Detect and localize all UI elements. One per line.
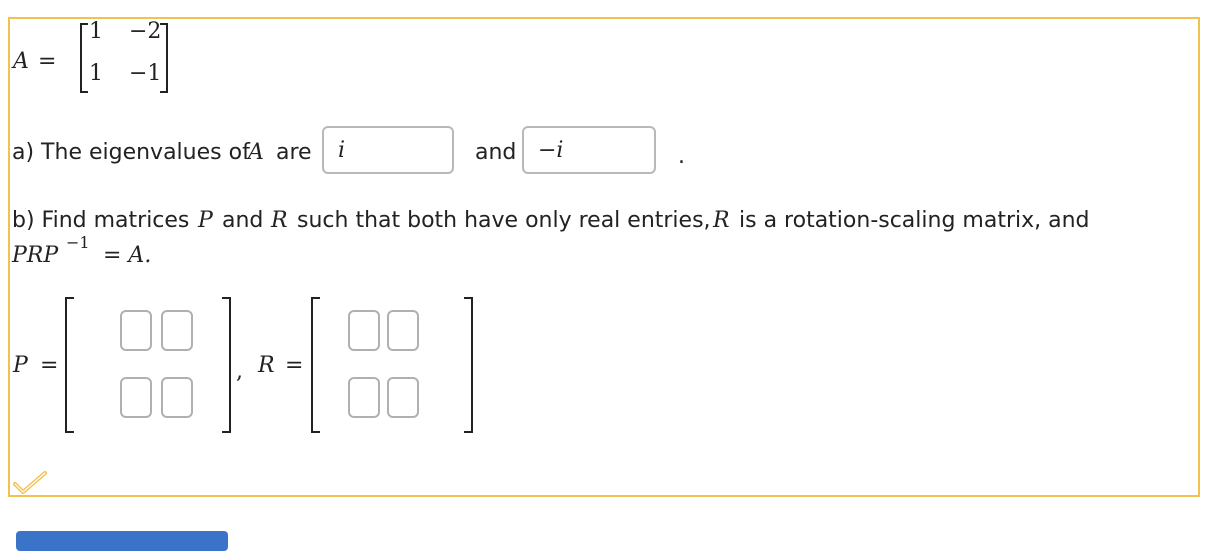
p-matrix-right-bracket	[222, 297, 231, 433]
matrix-a-cell: 1	[89, 61, 103, 86]
part-b-var-p: P	[198, 208, 213, 233]
eigenvalue-1-input[interactable]: i	[322, 126, 454, 174]
part-a-and: and	[475, 140, 517, 165]
matrix-a-name: A	[13, 49, 29, 74]
part-b-eq-exp: −1	[66, 233, 90, 252]
p-matrix-label: P	[13, 353, 28, 378]
p-matrix-cell-2-1[interactable]	[120, 377, 152, 418]
matrix-a-cell: −1	[129, 61, 162, 86]
r-matrix-cell-1-1[interactable]	[348, 310, 380, 351]
matrix-a-left-bracket	[80, 23, 88, 93]
r-matrix-label: R	[258, 353, 275, 378]
part-a-prefix: a) The eigenvalues of	[12, 140, 250, 165]
part-b-mid: such that both have only real entries,	[297, 208, 711, 233]
matrix-a-right-bracket	[160, 23, 168, 93]
r-matrix-cell-1-2[interactable]	[387, 310, 419, 351]
matrix-a-cell: 1	[89, 19, 103, 44]
part-b-and: and	[222, 208, 264, 233]
eigenvalue-1-value: i	[338, 137, 346, 163]
r-matrix-cell-2-1[interactable]	[348, 377, 380, 418]
p-matrix-cell-2-2[interactable]	[161, 377, 193, 418]
p-matrix-left-bracket	[65, 297, 74, 433]
question-panel: A = 1 −2 1 −1 a) The eigenvalues of A ar…	[8, 17, 1200, 497]
part-b-var-r: R	[271, 208, 288, 233]
check-icon	[13, 471, 47, 494]
part-b-eq-lhs: PRP	[12, 243, 59, 268]
r-matrix-cell-2-2[interactable]	[387, 377, 419, 418]
eigenvalue-2-input[interactable]: −i	[522, 126, 656, 174]
eigenvalue-2-value: −i	[538, 137, 564, 163]
part-b-var-r2: R	[713, 208, 730, 233]
submit-button[interactable]	[16, 531, 228, 551]
part-a-period: .	[678, 144, 685, 169]
matrix-separator-comma: ,	[236, 359, 243, 384]
r-matrix-left-bracket	[311, 297, 320, 433]
part-b-prefix: b) Find matrices	[12, 208, 190, 233]
r-matrix-right-bracket	[464, 297, 473, 433]
part-a-are: are	[276, 140, 312, 165]
p-matrix-cell-1-2[interactable]	[161, 310, 193, 351]
part-b-end: is a rotation-scaling matrix, and	[739, 208, 1090, 233]
part-b-eq-rhs: = A.	[103, 243, 152, 268]
matrix-a-equals: =	[38, 49, 57, 74]
matrix-a-cell: −2	[129, 19, 162, 44]
p-matrix-cell-1-1[interactable]	[120, 310, 152, 351]
r-matrix-equals: =	[285, 353, 304, 378]
part-a-variable: A	[248, 140, 264, 165]
p-matrix-equals: =	[40, 353, 59, 378]
